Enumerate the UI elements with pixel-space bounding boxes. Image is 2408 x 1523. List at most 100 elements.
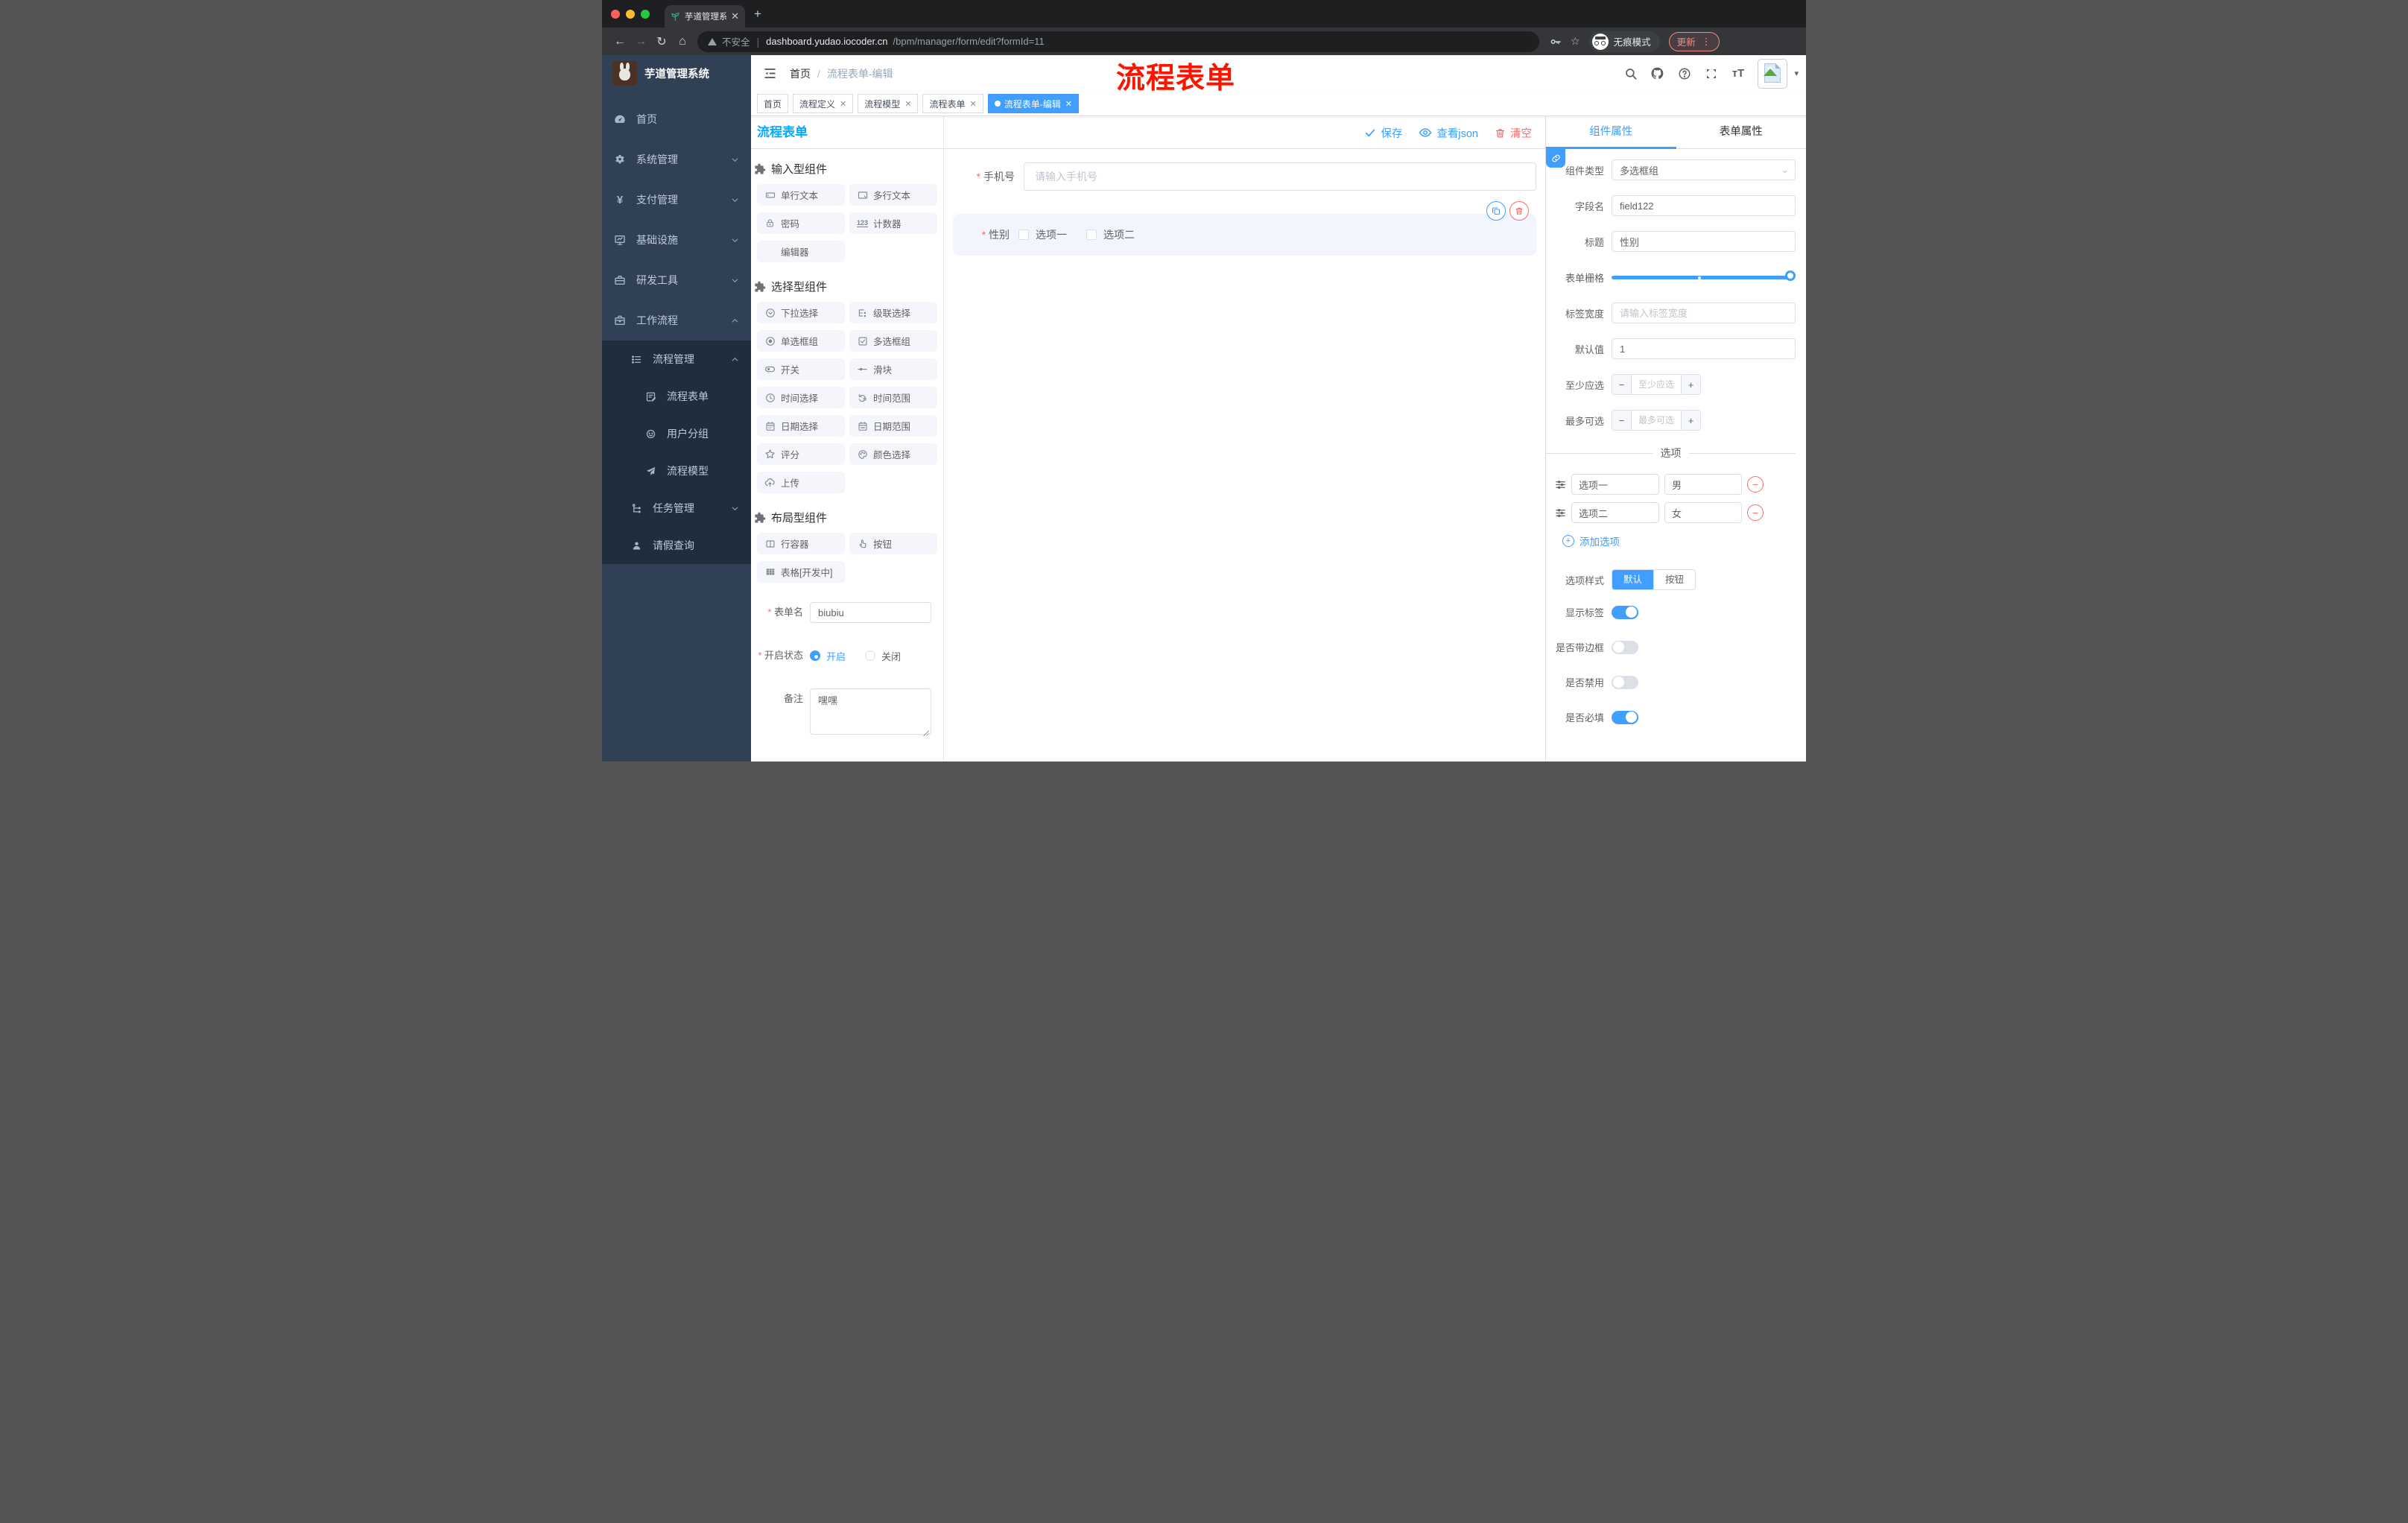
sidebar-item-user-group[interactable]: 用户分组 — [602, 415, 751, 452]
palette-item-table[interactable]: 表格[开发中] — [757, 561, 845, 583]
palette-item-single-text[interactable]: 单行文本 — [757, 184, 845, 206]
save-button[interactable]: 保存 — [1364, 125, 1402, 141]
palette-item-counter[interactable]: 123 计数器 — [849, 212, 937, 234]
new-tab-button[interactable]: + — [754, 7, 761, 22]
collapse-sidebar-icon[interactable] — [763, 66, 778, 81]
sidebar-item-system[interactable]: 系统管理 — [602, 139, 751, 180]
palette-item-time-range[interactable]: 时间范围 — [849, 387, 937, 408]
style-default-button[interactable]: 默认 — [1612, 570, 1654, 589]
palette-item-checkbox-group[interactable]: 多选框组 — [849, 330, 937, 352]
canvas-field-phone[interactable]: 手机号 — [953, 162, 1536, 191]
forward-icon[interactable]: → — [630, 35, 651, 48]
increase-icon[interactable]: + — [1682, 411, 1700, 430]
slider-handle[interactable] — [1785, 270, 1796, 281]
palette-item-date-range[interactable]: 日期范围 — [849, 415, 937, 437]
default-value-input[interactable] — [1612, 338, 1796, 359]
tag-process-form[interactable]: 流程表单 ✕ — [922, 94, 983, 113]
remove-option-button[interactable]: − — [1747, 504, 1764, 521]
option2-value-input[interactable] — [1664, 502, 1742, 523]
resize-grip-icon[interactable] — [923, 730, 929, 736]
option2-name-input[interactable] — [1571, 502, 1659, 523]
gender-option1-checkbox[interactable] — [1018, 229, 1029, 240]
help-icon[interactable] — [1677, 66, 1691, 80]
decrease-icon[interactable]: − — [1612, 411, 1631, 430]
option1-value-input[interactable] — [1664, 474, 1742, 495]
palette-item-upload[interactable]: 上传 — [757, 472, 845, 493]
home-icon[interactable]: ⌂ — [672, 35, 693, 48]
remove-option-button[interactable]: − — [1747, 476, 1764, 493]
form-remark-textarea[interactable]: 嘿嘿 — [810, 688, 931, 735]
breadcrumb-home[interactable]: 首页 — [790, 66, 811, 81]
avatar[interactable] — [1758, 58, 1788, 89]
tag-process-form-edit[interactable]: 流程表单-编辑 ✕ — [987, 94, 1079, 113]
form-name-input[interactable] — [810, 602, 931, 623]
form-canvas[interactable]: 手机号 性别 选项一 选项二 — [944, 149, 1545, 762]
tag-process-definition[interactable]: 流程定义 ✕ — [793, 94, 854, 113]
palette-item-select[interactable]: 下拉选择 — [757, 302, 845, 323]
palette-item-rate[interactable]: 评分 — [757, 443, 845, 465]
tag-home[interactable]: 首页 — [757, 94, 789, 113]
label-width-input[interactable] — [1612, 303, 1796, 323]
back-icon[interactable]: ← — [609, 35, 630, 48]
palette-item-password[interactable]: 密码 — [757, 212, 845, 234]
app-logo-row[interactable]: 芋道管理系统 — [602, 55, 751, 92]
password-key-icon[interactable] — [1550, 36, 1562, 48]
tag-process-model[interactable]: 流程模型 ✕ — [858, 94, 919, 113]
sidebar-item-home[interactable]: 首页 — [602, 99, 751, 139]
disabled-toggle[interactable] — [1612, 675, 1638, 689]
chrome-menu-icon[interactable]: ⋮ — [1702, 36, 1711, 48]
delete-component-button[interactable] — [1509, 201, 1529, 221]
required-toggle[interactable] — [1612, 710, 1638, 724]
palette-item-editor[interactable]: 编辑器 — [757, 241, 845, 262]
gender-option2-checkbox[interactable] — [1086, 229, 1097, 240]
github-icon[interactable] — [1650, 66, 1664, 80]
tag-close-icon[interactable]: ✕ — [840, 99, 846, 109]
drag-handle-icon[interactable] — [1555, 507, 1566, 519]
palette-item-color-picker[interactable]: 颜色选择 — [849, 443, 937, 465]
search-icon[interactable] — [1623, 66, 1638, 80]
status-on-label[interactable]: 开启 — [826, 649, 846, 663]
palette-item-slider[interactable]: 滑块 — [849, 358, 937, 380]
decrease-icon[interactable]: − — [1612, 375, 1631, 394]
option1-name-input[interactable] — [1571, 474, 1659, 495]
tag-close-icon[interactable]: ✕ — [970, 99, 977, 109]
canvas-field-gender-selected[interactable]: 性别 选项一 选项二 — [953, 214, 1536, 256]
close-window-button[interactable] — [611, 9, 620, 19]
tag-close-icon[interactable]: ✕ — [1065, 99, 1072, 109]
border-toggle[interactable] — [1612, 640, 1638, 654]
status-off-radio[interactable] — [865, 650, 876, 661]
font-size-icon[interactable]: ᴛT — [1731, 66, 1745, 80]
title-input[interactable] — [1612, 231, 1796, 252]
sidebar-item-process-mgmt[interactable]: 流程管理 — [602, 341, 751, 378]
palette-item-date-picker[interactable]: 日期选择 — [757, 415, 845, 437]
url-bar[interactable]: 不安全 | dashboard.yudao.iocoder.cn/bpm/man… — [697, 31, 1539, 52]
status-off-label[interactable]: 关闭 — [881, 649, 901, 663]
palette-item-time-picker[interactable]: 时间选择 — [757, 387, 845, 408]
reload-icon[interactable]: ↻ — [651, 34, 672, 49]
sidebar-item-process-form[interactable]: 流程表单 — [602, 378, 751, 415]
copy-component-button[interactable] — [1486, 201, 1506, 221]
palette-item-switch[interactable]: 开关 — [757, 358, 845, 380]
tab-form-props[interactable]: 表单属性 — [1676, 116, 1807, 148]
tag-close-icon[interactable]: ✕ — [904, 99, 911, 109]
status-on-radio[interactable] — [810, 650, 820, 661]
gender-option1-label[interactable]: 选项一 — [1036, 227, 1067, 242]
drag-handle-icon[interactable] — [1555, 479, 1566, 490]
sidebar-item-infra[interactable]: 基础设施 — [602, 220, 751, 260]
tab-close-icon[interactable]: ✕ — [731, 10, 739, 22]
sidebar-item-devtools[interactable]: 研发工具 — [602, 260, 751, 300]
clear-button[interactable]: 清空 — [1495, 125, 1532, 141]
bookmark-star-icon[interactable]: ☆ — [1571, 35, 1580, 48]
chrome-update-button[interactable]: 更新 ⋮ — [1668, 31, 1720, 51]
gender-option2-label[interactable]: 选项二 — [1103, 227, 1135, 242]
min-select-input[interactable] — [1631, 375, 1682, 394]
palette-item-row-container[interactable]: 行容器 — [757, 533, 845, 554]
sidebar-item-process-model[interactable]: 流程模型 — [602, 452, 751, 490]
field-name-input[interactable] — [1612, 195, 1796, 216]
palette-item-button[interactable]: 按钮 — [849, 533, 937, 554]
max-select-input[interactable] — [1631, 411, 1682, 430]
component-type-select[interactable]: 多选框组 ⌄ — [1612, 159, 1796, 180]
show-label-toggle[interactable] — [1612, 605, 1638, 619]
fullscreen-icon[interactable] — [1704, 66, 1718, 80]
sidebar-item-task-mgmt[interactable]: 任务管理 — [602, 490, 751, 527]
